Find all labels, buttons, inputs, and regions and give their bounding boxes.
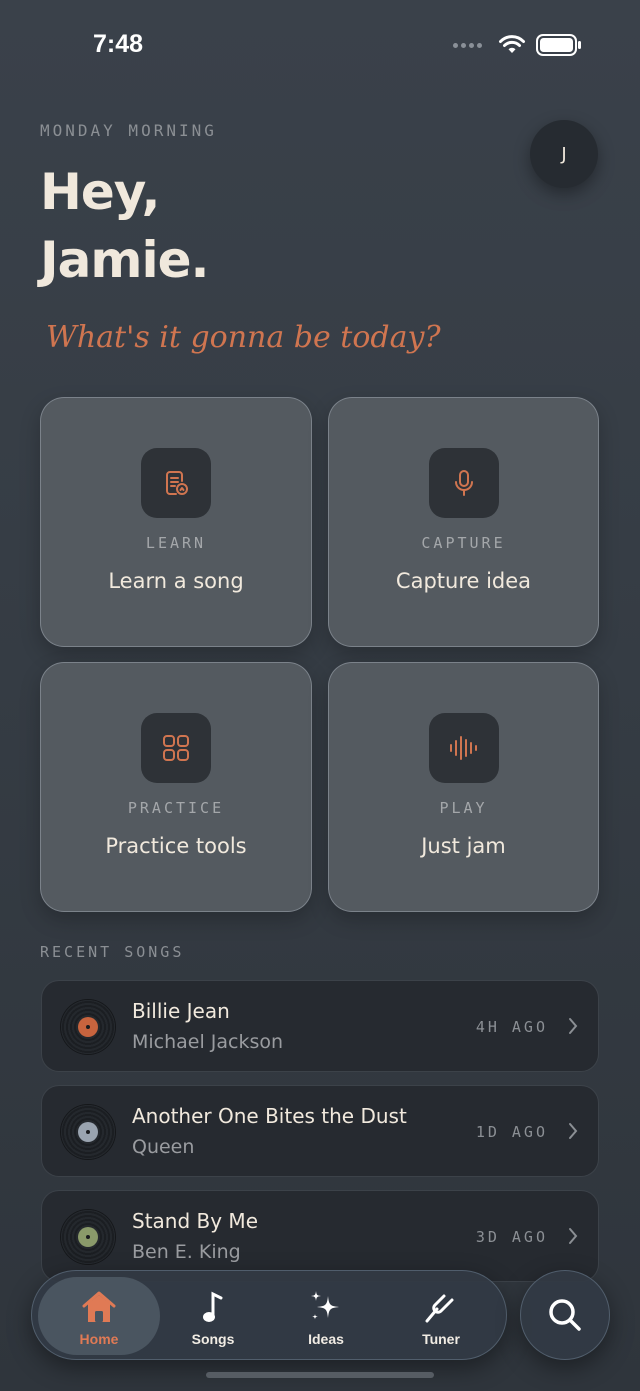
grid-icon: [141, 713, 211, 783]
tab-label: Songs: [191, 1331, 235, 1347]
tab-label: Ideas: [308, 1331, 344, 1347]
tab-ideas[interactable]: Ideas: [265, 1277, 387, 1355]
microphone-icon: [428, 448, 499, 518]
tile-kicker: CAPTURE: [421, 534, 506, 552]
tab-label: Tuner: [422, 1331, 460, 1347]
profile-avatar[interactable]: J: [530, 120, 598, 188]
search-button[interactable]: [520, 1270, 610, 1360]
vinyl-icon: [61, 1000, 115, 1054]
greeting-line-1: Hey,: [40, 163, 160, 221]
wifi-icon: [499, 35, 525, 53]
tab-home[interactable]: Home: [38, 1277, 160, 1355]
home-indicator: [206, 1372, 434, 1378]
song-title: Stand By Me: [132, 1209, 258, 1233]
tab-songs[interactable]: Songs: [152, 1277, 274, 1355]
song-artist: Queen: [132, 1136, 195, 1158]
song-row-stand-by-me[interactable]: Stand By Me Ben E. King 3D AGO: [41, 1190, 599, 1282]
tagline: What's it gonna be today?: [46, 320, 441, 355]
song-title: Billie Jean: [132, 999, 230, 1023]
home-icon: [80, 1287, 118, 1327]
song-title: Another One Bites the Dust: [132, 1104, 407, 1128]
waveform-icon: [428, 713, 499, 783]
tile-kicker: PLAY: [439, 799, 488, 817]
recent-songs-label: RECENT SONGS: [40, 943, 185, 961]
learn-song-tile[interactable]: LEARN Learn a song: [40, 397, 312, 647]
signal-icon: [453, 42, 482, 48]
song-sheet-icon: [141, 448, 211, 518]
status-icons: [453, 34, 582, 56]
greeting-title: Hey, Jamie.: [40, 158, 209, 294]
practice-tools-tile[interactable]: PRACTICE Practice tools: [40, 662, 312, 912]
search-icon: [549, 1299, 581, 1331]
tile-title: Practice tools: [105, 834, 247, 858]
chevron-right-icon: [569, 1018, 578, 1034]
chevron-right-icon: [569, 1228, 578, 1244]
vinyl-icon: [61, 1210, 115, 1264]
song-row-billie-jean[interactable]: Billie Jean Michael Jackson 4H AGO: [41, 980, 599, 1072]
capture-idea-tile[interactable]: CAPTURE Capture idea: [328, 397, 599, 647]
just-jam-tile[interactable]: PLAY Just jam: [328, 662, 599, 912]
tile-title: Just jam: [421, 834, 506, 858]
action-tiles: LEARN Learn a song CAPTURE Capture idea …: [40, 397, 599, 912]
sparkles-icon: [307, 1287, 345, 1327]
song-artist: Michael Jackson: [132, 1031, 284, 1053]
song-row-another-one-bites-the-dust[interactable]: Another One Bites the Dust Queen 1D AGO: [41, 1085, 599, 1177]
tile-title: Learn a song: [108, 569, 244, 593]
status-bar: 7:48: [0, 0, 640, 96]
song-artist: Ben E. King: [132, 1241, 241, 1263]
tile-kicker: PRACTICE: [127, 799, 225, 817]
vinyl-icon: [61, 1105, 115, 1159]
greeting-line-2: Jamie.: [40, 231, 209, 289]
song-time: 1D AGO: [475, 1123, 548, 1141]
chevron-right-icon: [569, 1123, 578, 1139]
tuning-fork-icon: [422, 1287, 460, 1327]
tab-bar: Home Songs Ideas Tuner: [31, 1270, 507, 1360]
tile-title: Capture idea: [395, 569, 532, 593]
battery-icon: [536, 34, 581, 56]
tab-label: Home: [79, 1331, 119, 1347]
music-note-icon: [198, 1287, 228, 1327]
song-time: 3D AGO: [475, 1228, 548, 1246]
day-label: MONDAY MORNING: [40, 121, 217, 140]
song-time: 4H AGO: [475, 1018, 548, 1036]
tab-tuner[interactable]: Tuner: [380, 1277, 502, 1355]
tile-kicker: LEARN: [145, 534, 207, 552]
status-time: 7:48: [93, 30, 144, 58]
